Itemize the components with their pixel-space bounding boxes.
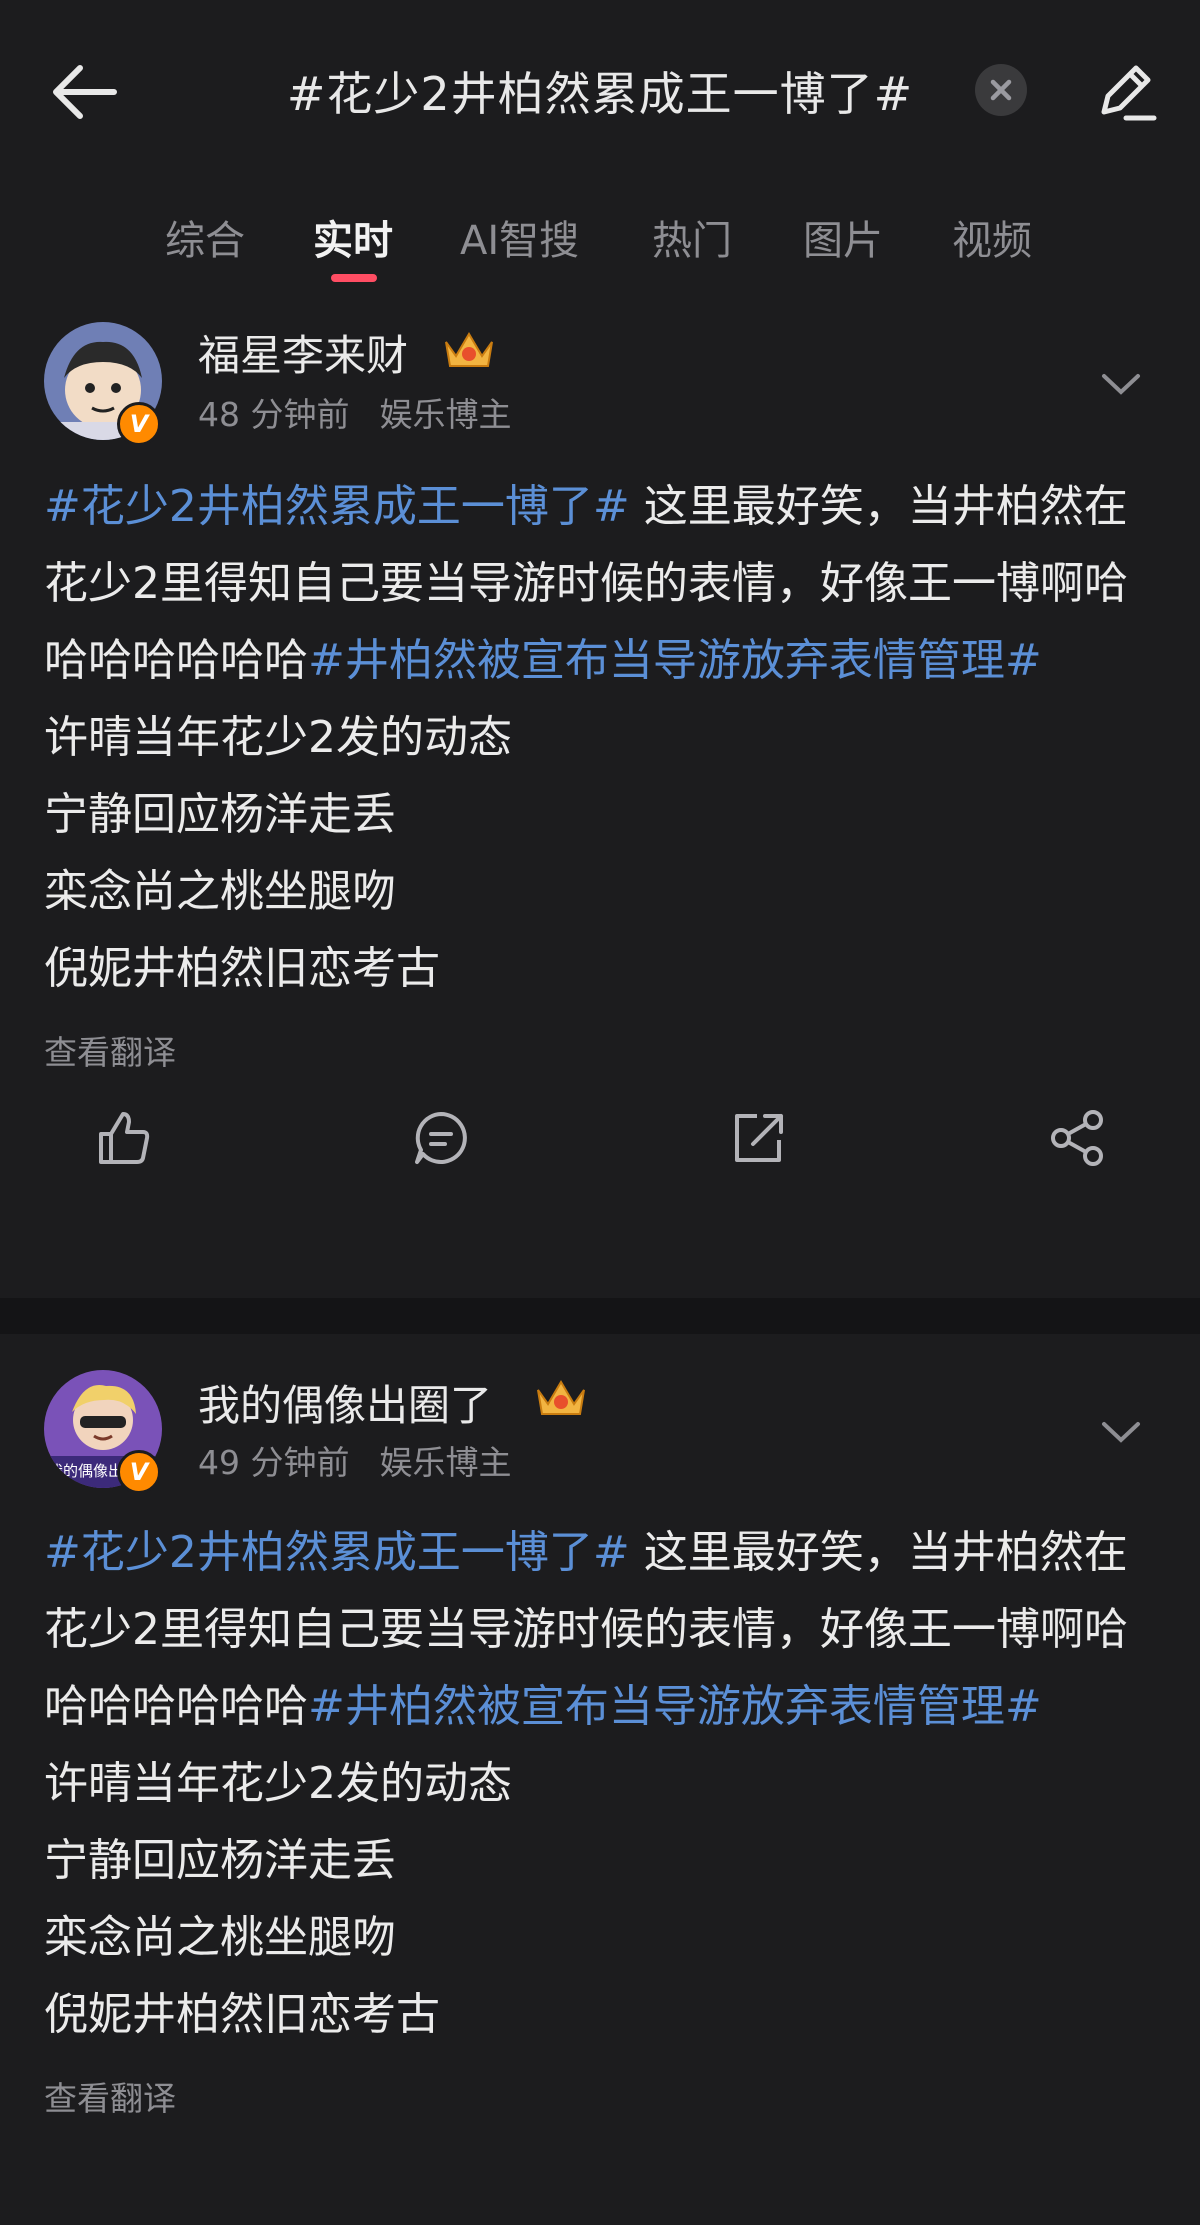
hashtag-link[interactable]: #井柏然被宣布当导游放弃表情管理# <box>308 1681 1042 1732</box>
post-line: 栾念尚之桃坐腿吻 <box>44 866 396 917</box>
tab-ai-search[interactable]: AI智搜 <box>460 208 579 266</box>
tab-图片[interactable]: 图片 <box>803 208 883 266</box>
chevron-down-icon[interactable] <box>1098 368 1144 398</box>
like-icon[interactable] <box>93 1108 153 1168</box>
feed-post: 我的偶像出 V 我的偶像出圈了 49 分钟前 娱乐博主 #花少2井柏然累成王一博了… <box>0 1334 1200 2225</box>
post-meta: 49 分钟前 娱乐博主 <box>198 1436 511 1484</box>
verified-badge: V <box>117 402 161 446</box>
hashtag-link[interactable]: #花少2井柏然累成王一博了# <box>44 1527 630 1578</box>
view-translation-link[interactable]: 查看翻译 <box>44 2072 176 2120</box>
share-icon[interactable] <box>1047 1108 1107 1168</box>
author-tag: 娱乐博主 <box>379 1443 512 1482</box>
author-tag: 娱乐博主 <box>379 395 512 434</box>
comment-icon[interactable] <box>411 1108 471 1168</box>
username[interactable]: 福星李来财 <box>198 322 408 383</box>
post-line: 倪妮井柏然旧恋考古 <box>44 943 440 994</box>
post-divider <box>0 1298 1200 1334</box>
post-line: 许晴当年花少2发的动态 <box>44 1758 512 1809</box>
avatar-text: 我的偶像出 <box>48 1462 123 1480</box>
view-translation-link[interactable]: 查看翻译 <box>44 1026 176 1074</box>
edit-icon[interactable] <box>1090 56 1160 126</box>
top-bar: #花少2井柏然累成王一博了# <box>0 0 1200 178</box>
post-line: 栾念尚之桃坐腿吻 <box>44 1912 396 1963</box>
hashtag-link[interactable]: #井柏然被宣布当导游放弃表情管理# <box>308 635 1042 686</box>
username[interactable]: 我的偶像出圈了 <box>198 1372 492 1433</box>
verified-badge: V <box>117 1450 161 1494</box>
post-line: 宁静回应杨洋走丢 <box>44 789 396 840</box>
crown-icon <box>534 1376 588 1420</box>
hashtag-link[interactable]: #花少2井柏然累成王一博了# <box>44 481 630 532</box>
tab-热门[interactable]: 热门 <box>652 208 732 266</box>
feed-post: V 福星李来财 48 分钟前 娱乐博主 #花少2井柏然累成王一博了# 这里最好笑，… <box>0 298 1200 1298</box>
post-content: #花少2井柏然累成王一博了# 这里最好笑，当井柏然在花少2里得知自己要当导游时候… <box>44 468 1159 1007</box>
tab-实时[interactable]: 实时 <box>313 208 393 266</box>
repost-icon[interactable] <box>729 1108 789 1168</box>
post-time: 49 分钟前 <box>198 1443 350 1482</box>
post-actions <box>0 1108 1200 1198</box>
post-meta: 48 分钟前 娱乐博主 <box>198 388 511 436</box>
tab-bar: 综合 实时 AI智搜 热门 图片 视频 <box>0 178 1200 298</box>
tab-视频[interactable]: 视频 <box>952 208 1032 266</box>
post-time: 48 分钟前 <box>198 395 350 434</box>
active-tab-indicator <box>331 274 377 282</box>
clear-icon[interactable] <box>975 64 1027 116</box>
crown-icon <box>442 328 496 372</box>
post-line: 宁静回应杨洋走丢 <box>44 1835 396 1886</box>
post-line: 许晴当年花少2发的动态 <box>44 712 512 763</box>
post-line: 倪妮井柏然旧恋考古 <box>44 1989 440 2040</box>
post-content: #花少2井柏然累成王一博了# 这里最好笑，当井柏然在花少2里得知自己要当导游时候… <box>44 1514 1159 2053</box>
tab-综合[interactable]: 综合 <box>165 208 245 266</box>
chevron-down-icon[interactable] <box>1098 1416 1144 1446</box>
